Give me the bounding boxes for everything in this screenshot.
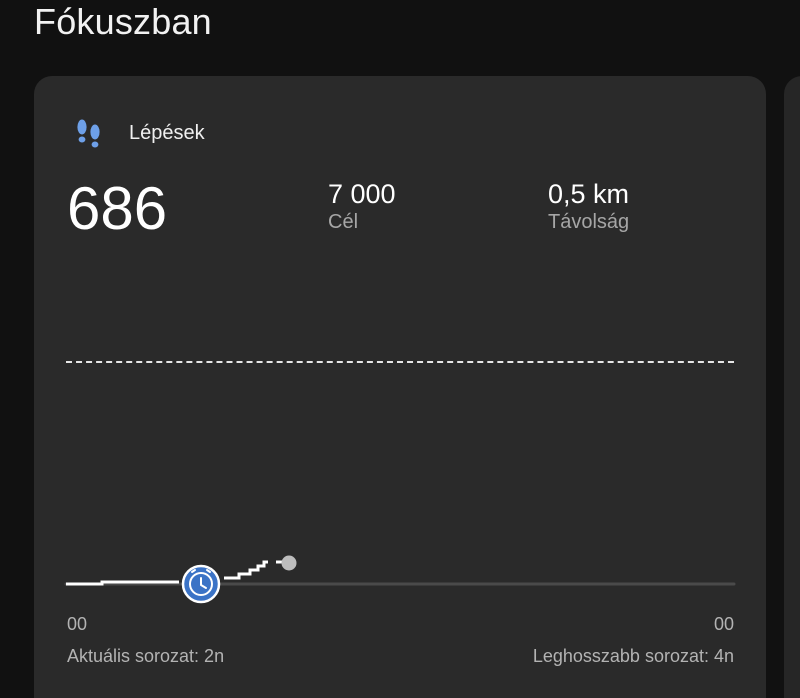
goal-value: 7 000 — [328, 179, 396, 209]
steps-card[interactable]: Lépések 686 7 000 Cél 0,5 km Távolság 00… — [34, 76, 766, 698]
axis-start-label: 00 — [67, 614, 88, 634]
current-streak: Aktuális sorozat: 2n — [67, 646, 225, 666]
steps-count: 686 — [67, 175, 168, 242]
distance-value: 0,5 km — [548, 179, 630, 209]
section-title: Fókuszban — [34, 1, 212, 42]
card-header: Lépések — [74, 116, 205, 150]
footsteps-icon — [77, 119, 100, 148]
axis-end-label: 00 — [713, 614, 734, 634]
progress-end-marker — [281, 555, 297, 571]
page: Fókuszban Lépések 686 7 000 Cél 0,5 km T… — [0, 0, 800, 698]
goal-dashed-line — [66, 361, 734, 363]
clock-icon — [181, 564, 221, 604]
next-card-peek[interactable] — [784, 76, 800, 698]
progress-line-after — [224, 560, 268, 580]
longest-streak: Leghosszabb sorozat: 4n — [532, 646, 734, 666]
card-title: Lépések — [129, 121, 205, 144]
progress-line — [66, 580, 179, 586]
distance-label: Távolság — [548, 211, 630, 233]
goal-label: Cél — [328, 211, 359, 233]
distance-stat: 0,5 km Távolság — [548, 178, 629, 234]
goal-stat: 7 000 Cél — [328, 178, 396, 234]
step-progress-chart — [64, 555, 736, 604]
